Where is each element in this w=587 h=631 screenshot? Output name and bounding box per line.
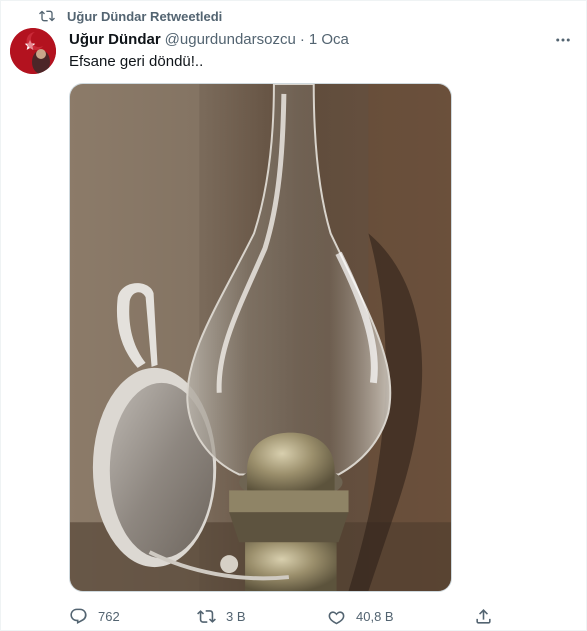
- more-icon: [556, 38, 570, 42]
- tweet-timestamp[interactable]: 1 Oca: [309, 31, 349, 48]
- avatar-image: [10, 28, 56, 74]
- tweet-actions: 762 3 B 40,8 B: [59, 604, 509, 628]
- more-options-button[interactable]: [553, 31, 573, 49]
- retweet-button[interactable]: 3 B: [197, 604, 246, 628]
- author-name[interactable]: Uğur Dündar: [69, 31, 161, 48]
- share-icon: [476, 608, 491, 624]
- share-button[interactable]: [474, 604, 493, 628]
- like-count: 40,8 B: [356, 608, 394, 624]
- reply-button[interactable]: 762: [69, 604, 120, 628]
- retweet-context[interactable]: Uğur Dündar Retweetledi: [39, 7, 222, 25]
- separator-dot: ·: [299, 30, 305, 48]
- kerosene-lamp-photo: [70, 84, 451, 591]
- author-handle[interactable]: @ugurdundarsozcu: [165, 31, 296, 48]
- tweet-media[interactable]: [69, 83, 452, 592]
- retweet-count: 3 B: [226, 608, 246, 624]
- retweet-icon: [197, 609, 216, 623]
- tweet-header: Uğur Dündar @ugurdundarsozcu · 1 Oca: [69, 29, 349, 49]
- reply-icon: [70, 608, 87, 624]
- reply-count: 762: [98, 608, 120, 624]
- avatar[interactable]: [10, 28, 56, 74]
- heart-icon: [328, 610, 345, 624]
- retweet-context-label: Uğur Dündar Retweetledi: [67, 8, 223, 24]
- like-button[interactable]: 40,8 B: [327, 604, 394, 628]
- retweet-icon: [39, 10, 55, 22]
- tweet-text: Efsane geri döndü!..: [69, 53, 204, 70]
- tweet-card[interactable]: Uğur Dündar Retweetledi Uğur Dündar @ugu…: [0, 0, 587, 631]
